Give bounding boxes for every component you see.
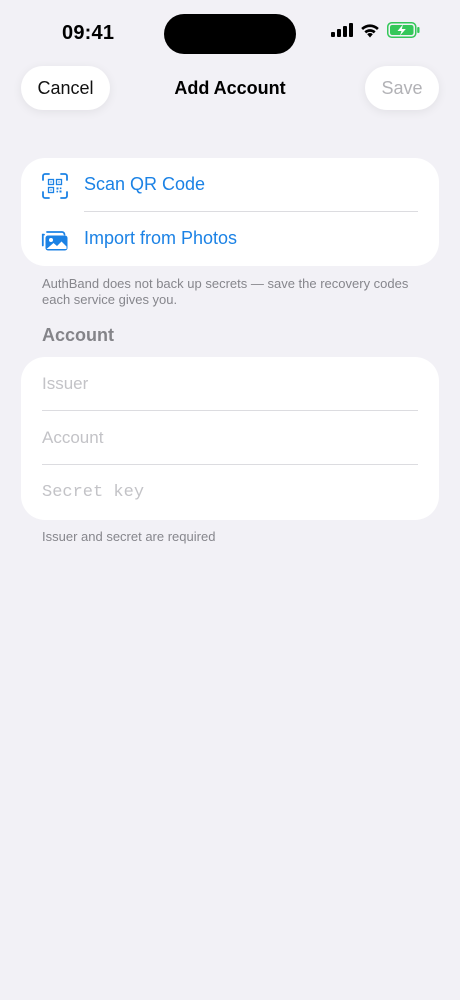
status-bar: 09:41 (0, 0, 460, 66)
backup-note: AuthBand does not back up secrets — save… (42, 276, 409, 307)
account-input[interactable] (42, 425, 418, 451)
secret-key-field-row (21, 465, 439, 519)
save-button[interactable]: Save (365, 66, 439, 110)
import-options-card: Scan QR Code Import from Photos (21, 158, 439, 266)
wifi-icon (361, 23, 379, 37)
navigation-bar: Cancel Add Account Save (0, 64, 460, 114)
cellular-signal-icon (331, 23, 353, 37)
required-note: Issuer and secret are required (42, 529, 216, 544)
issuer-field-row (21, 357, 439, 411)
account-section-header: Account (42, 325, 114, 345)
import-from-photos-label: Import from Photos (84, 228, 238, 248)
battery-charging-icon (387, 22, 420, 38)
dynamic-island (164, 14, 296, 54)
qr-code-icon (42, 173, 68, 199)
status-icons (331, 22, 420, 38)
account-field-row (21, 411, 439, 465)
issuer-input[interactable] (42, 371, 418, 397)
status-time: 09:41 (62, 22, 115, 44)
account-form-card (21, 357, 439, 520)
scan-qr-code-label: Scan QR Code (84, 174, 206, 194)
import-from-photos-row[interactable]: Import from Photos (21, 212, 439, 266)
secret-key-input[interactable] (42, 479, 418, 505)
scan-qr-code-row[interactable]: Scan QR Code (21, 158, 439, 212)
photos-icon (41, 231, 68, 251)
